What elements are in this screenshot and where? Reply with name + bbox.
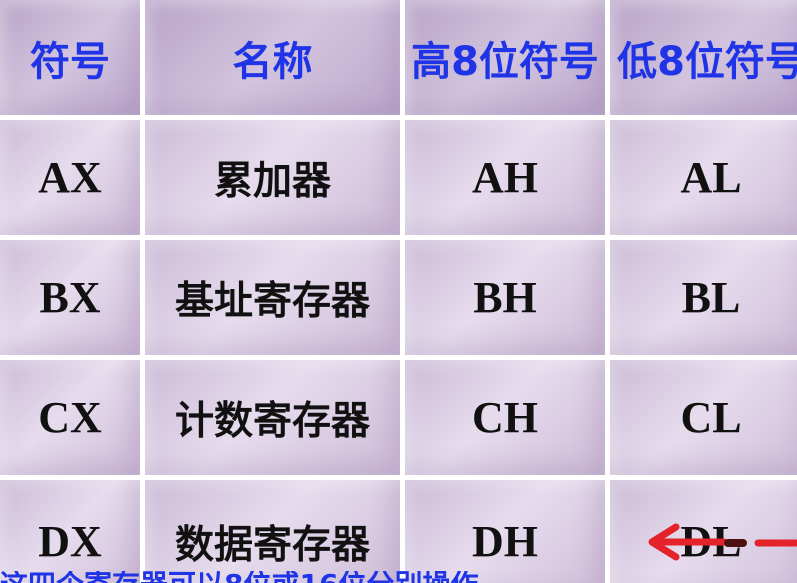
row-cx-low-cell: CL [610,360,797,475]
row-cx-high: CH [472,393,538,442]
register-table: 符号 名称 高8位符号 低8位符号 AX 累加器 AH AL BX 基址寄存器 … [0,0,797,583]
row-bx-high-cell: BH [405,240,605,355]
row-cx-low: CL [680,393,742,442]
row-ax-name: 累加器 [213,158,331,204]
header-symbol: 符号 [30,38,110,85]
row-cx-high-cell: CH [405,360,605,475]
partial-bottom-caption: 这四个寄存器可以8位或16位分别操作 [0,571,797,583]
header-high-byte: 高8位符号 [411,38,599,85]
row-dx-name-cell: 数据寄存器 [145,480,400,583]
row-cx-symbol-cell: CX [0,360,140,475]
row-ax-low-cell: AL [610,120,797,235]
row-dx-symbol: DX [38,517,102,566]
row-cx-symbol: CX [38,393,102,442]
red-arrow-icon [648,523,797,561]
header-low-cell: 低8位符号 [610,0,797,115]
row-ax-high-cell: AH [405,120,605,235]
row-bx-low: BL [681,273,741,322]
row-bx-symbol: BX [39,273,101,322]
row-bx-symbol-cell: BX [0,240,140,355]
header-high-cell: 高8位符号 [405,0,605,115]
row-dx-high: DH [472,517,538,566]
header-name: 名称 [232,38,313,85]
row-cx-name-cell: 计数寄存器 [145,360,400,475]
row-dx-name: 数据寄存器 [174,522,370,568]
row-bx-low-cell: BL [610,240,797,355]
header-name-cell: 名称 [145,0,400,115]
row-dx-symbol-cell: DX [0,480,140,583]
header-low-byte: 低8位符号 [617,38,797,85]
row-dx-high-cell: DH [405,480,605,583]
slide-page: 符号 名称 高8位符号 低8位符号 AX 累加器 AH AL BX 基址寄存器 … [0,0,797,583]
row-ax-symbol-cell: AX [0,120,140,235]
row-ax-low: AL [680,153,742,202]
row-cx-name: 计数寄存器 [174,398,370,444]
header-symbol-cell: 符号 [0,0,140,115]
row-bx-name-cell: 基址寄存器 [145,240,400,355]
row-ax-name-cell: 累加器 [145,120,400,235]
row-bx-high: BH [473,273,537,322]
row-bx-name: 基址寄存器 [174,278,370,324]
row-ax-symbol: AX [38,153,102,202]
row-ax-high: AH [472,153,538,202]
